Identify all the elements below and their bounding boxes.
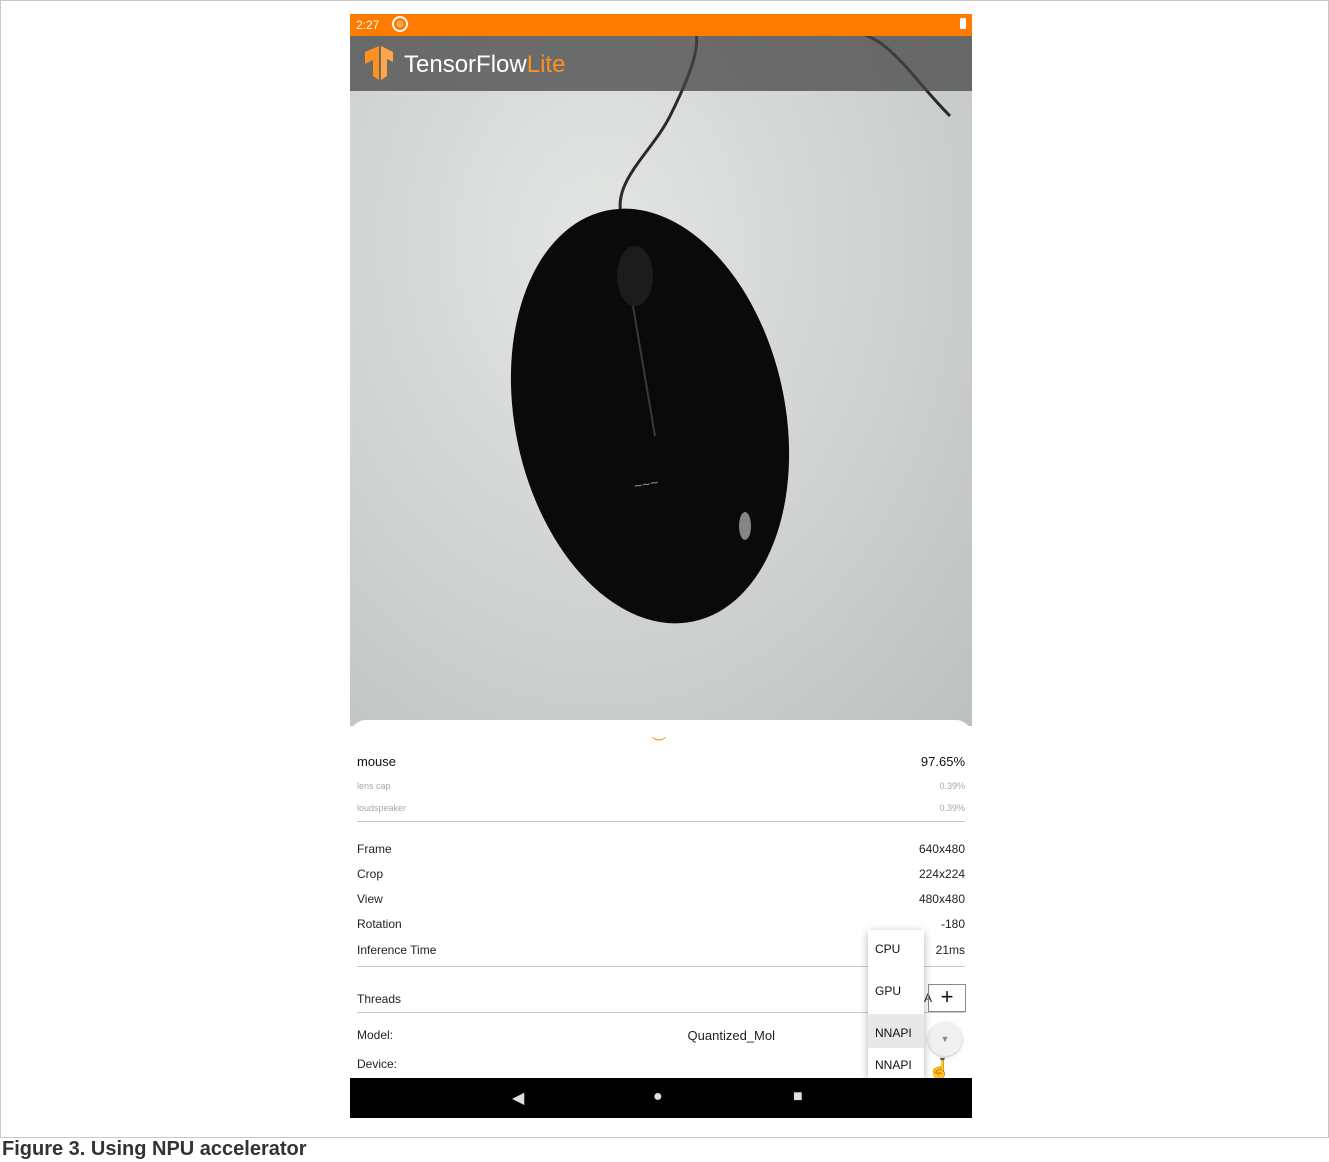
result-label: loudspeaker [357, 803, 407, 813]
mouse-object-image: ~~~ [510, 36, 952, 624]
home-icon[interactable]: ● [653, 1088, 663, 1106]
result-label: mouse [357, 754, 397, 769]
device-selected-value[interactable]: NNAPI [875, 1058, 912, 1072]
result-label: lens cap [357, 781, 391, 791]
sync-icon: ◎ [392, 16, 408, 32]
menu-option-gpu[interactable]: GPU [875, 984, 901, 998]
navigation-bar: ◀ ● ■ [350, 1078, 972, 1118]
rotation-label: Rotation [357, 917, 402, 931]
inference-value: 21ms [935, 943, 965, 957]
back-icon[interactable]: ◀ [512, 1088, 524, 1108]
crop-value: 224x224 [918, 867, 965, 881]
menu-option-nnapi[interactable]: NNAPI [875, 1026, 912, 1040]
threads-label: Threads [357, 992, 402, 1006]
model-dropdown-button[interactable]: ▼ [928, 1022, 962, 1056]
figure-caption: Figure 3. Using NPU accelerator [2, 1138, 307, 1160]
device-label: Device: [357, 1057, 398, 1071]
app-title-accent: Lite [526, 51, 566, 78]
view-value: 480x480 [918, 892, 965, 906]
threads-plus-button[interactable]: + [928, 984, 966, 1012]
divider [357, 821, 965, 822]
app-title: TensorFlowLite [404, 51, 565, 79]
status-time: 2:27 [356, 18, 380, 32]
status-bar: 2:27 ◎ [350, 14, 972, 36]
tensorflow-logo-icon [365, 46, 393, 80]
app-title-main: TensorFlow [404, 51, 527, 78]
result-value: 97.65% [920, 754, 965, 769]
bottom-sheet: ︶ mouse 97.65% lens cap 0.39% loudspeake… [350, 720, 972, 1080]
result-value: 0.39% [939, 781, 965, 791]
device-dropdown-menu: CPU GPU NNAPI NNAPI [868, 930, 924, 1078]
recents-icon[interactable]: ■ [793, 1088, 803, 1106]
rotation-value: -180 [940, 917, 965, 931]
menu-option-cpu[interactable]: CPU [875, 942, 900, 956]
result-value: 0.39% [939, 803, 965, 813]
app-bar: TensorFlowLite [350, 36, 972, 91]
inference-label: Inference Time [357, 943, 437, 957]
battery-icon [960, 18, 966, 29]
model-value[interactable]: Quantized_Mol [688, 1028, 775, 1043]
view-label: View [357, 892, 383, 906]
phone-screen: ~~~ 2:27 ◎ TensorFlowLite ︶ mouse 97.65%… [350, 14, 972, 1118]
frame-value: 640x480 [918, 842, 965, 856]
crop-label: Crop [357, 867, 384, 881]
model-label: Model: [357, 1028, 394, 1042]
chevron-down-icon[interactable]: ︶ [652, 734, 666, 754]
frame-label: Frame [357, 842, 392, 856]
